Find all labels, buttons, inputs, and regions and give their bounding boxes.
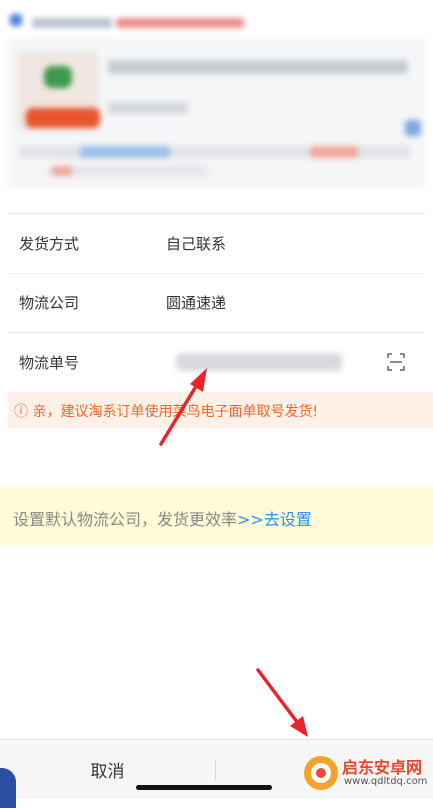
home-indicator <box>136 785 272 790</box>
default-logistics-banner: 设置默认物流公司，发货更效率>>去设置 <box>0 487 433 545</box>
watermark-logo-icon <box>304 756 338 790</box>
watermark-title: 启东安卓网 <box>342 758 423 777</box>
logistics-company-label: 物流公司 <box>19 294 80 312</box>
product-thumbnail <box>18 52 100 130</box>
order-header-blurred <box>8 8 425 32</box>
go-settings-link[interactable]: >>去设置 <box>237 510 312 529</box>
row-shipping-method[interactable]: 发货方式 自己联系 <box>8 213 425 274</box>
cainiao-tip-banner: ⓘ 亲，建议淘系订单使用菜鸟电子面单取号发货! <box>8 392 433 428</box>
tip-text: ⓘ 亲，建议淘系订单使用菜鸟电子面单取号发货! <box>14 404 319 420</box>
row-logistics-company[interactable]: 物流公司 圆通速递 <box>8 273 425 333</box>
scan-icon[interactable] <box>387 353 405 371</box>
product-card-blurred <box>8 38 425 188</box>
row-tracking-number: 物流单号 <box>8 333 425 393</box>
corner-decoration <box>0 768 16 808</box>
watermark-url: www.qdltdq.com <box>344 776 428 787</box>
logistics-company-value[interactable]: 圆通速递 <box>166 292 226 313</box>
tracking-number-value-blurred <box>176 353 342 371</box>
arrow-to-confirm-button <box>256 668 308 737</box>
watermark: 启东安卓网 www.qdltdq.com <box>300 750 430 794</box>
default-logistics-text: 设置默认物流公司，发货更效率 <box>13 510 238 529</box>
tracking-number-label: 物流单号 <box>19 354 80 372</box>
shipping-method-label: 发货方式 <box>19 235 80 253</box>
shipping-method-value[interactable]: 自己联系 <box>166 233 226 254</box>
cancel-button[interactable]: 取消 <box>0 740 215 799</box>
